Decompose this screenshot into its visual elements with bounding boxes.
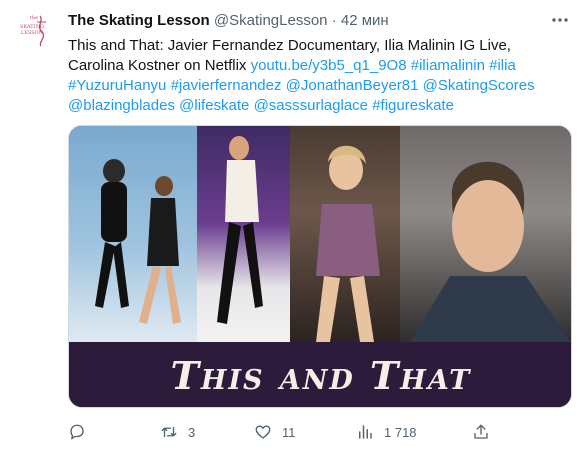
retweet-icon <box>161 426 177 438</box>
more-options-button[interactable] <box>550 10 570 30</box>
more-icon <box>552 18 568 22</box>
retweet-count: 3 <box>188 424 196 440</box>
hashtag-iliamalinin[interactable]: #iliamalinin <box>411 57 485 74</box>
tweet-media-image[interactable]: This and That <box>68 125 572 408</box>
mention-jonathanbeyer81[interactable]: @JonathanBeyer81 <box>286 77 419 94</box>
views-icon <box>359 425 372 439</box>
views-button[interactable]: 1 718 <box>356 420 417 444</box>
mention-lifeskate[interactable]: @lifeskate <box>179 97 249 114</box>
hashtag-javierfernandez[interactable]: #javierfernandez <box>171 77 282 94</box>
reply-icon <box>70 424 84 440</box>
link-youtube[interactable]: youtu.be/y3b5_q1_9O8 <box>251 57 407 74</box>
photo-young-skater-portrait <box>400 126 571 342</box>
logo-text-lesson: LESSON <box>21 30 44 36</box>
photo-female-skater <box>290 126 400 342</box>
retweet-button[interactable]: 3 <box>160 420 195 444</box>
author-name[interactable]: The Skating Lesson <box>68 12 210 29</box>
photo-male-skater <box>197 126 290 342</box>
skating-lesson-logo-icon: the SKATING LESSON <box>20 15 46 47</box>
tweet[interactable]: the SKATING LESSON The Skating Lesson @S… <box>0 0 586 457</box>
author-handle[interactable]: @SkatingLesson <box>214 12 328 29</box>
mention-skatingscores[interactable]: @SkatingScores <box>423 77 535 94</box>
avatar[interactable]: the SKATING LESSON <box>14 10 54 50</box>
like-button[interactable]: 11 <box>254 420 296 444</box>
photo-pair-skaters <box>69 126 197 342</box>
tweet-actions: 3 11 1 718 <box>68 420 572 444</box>
views-count: 1 718 <box>384 424 417 440</box>
share-icon <box>474 424 488 439</box>
timestamp[interactable]: 42 мин <box>341 12 389 29</box>
separator-dot: · <box>331 12 337 29</box>
hashtag-figureskate[interactable]: #figureskate <box>372 97 454 114</box>
banner-title: This and That <box>170 353 472 398</box>
share-button[interactable] <box>472 420 490 444</box>
mention-blazingblades[interactable]: @blazingblades <box>68 97 175 114</box>
tweet-text: This and That: Javier Fernandez Document… <box>68 36 568 116</box>
heart-icon <box>255 425 271 439</box>
logo-text-the: the <box>30 15 38 21</box>
like-count: 11 <box>282 424 296 440</box>
hashtag-ilia[interactable]: #ilia <box>489 57 516 74</box>
media-banner: This and That <box>69 342 571 407</box>
tweet-header: The Skating Lesson @SkatingLesson · 42 м… <box>68 12 389 30</box>
hashtag-yuzuruhanyu[interactable]: #YuzuruHanyu <box>68 77 166 94</box>
mention-sasssurlaglace[interactable]: @sasssurlaglace <box>254 97 368 114</box>
reply-button[interactable] <box>68 420 86 444</box>
